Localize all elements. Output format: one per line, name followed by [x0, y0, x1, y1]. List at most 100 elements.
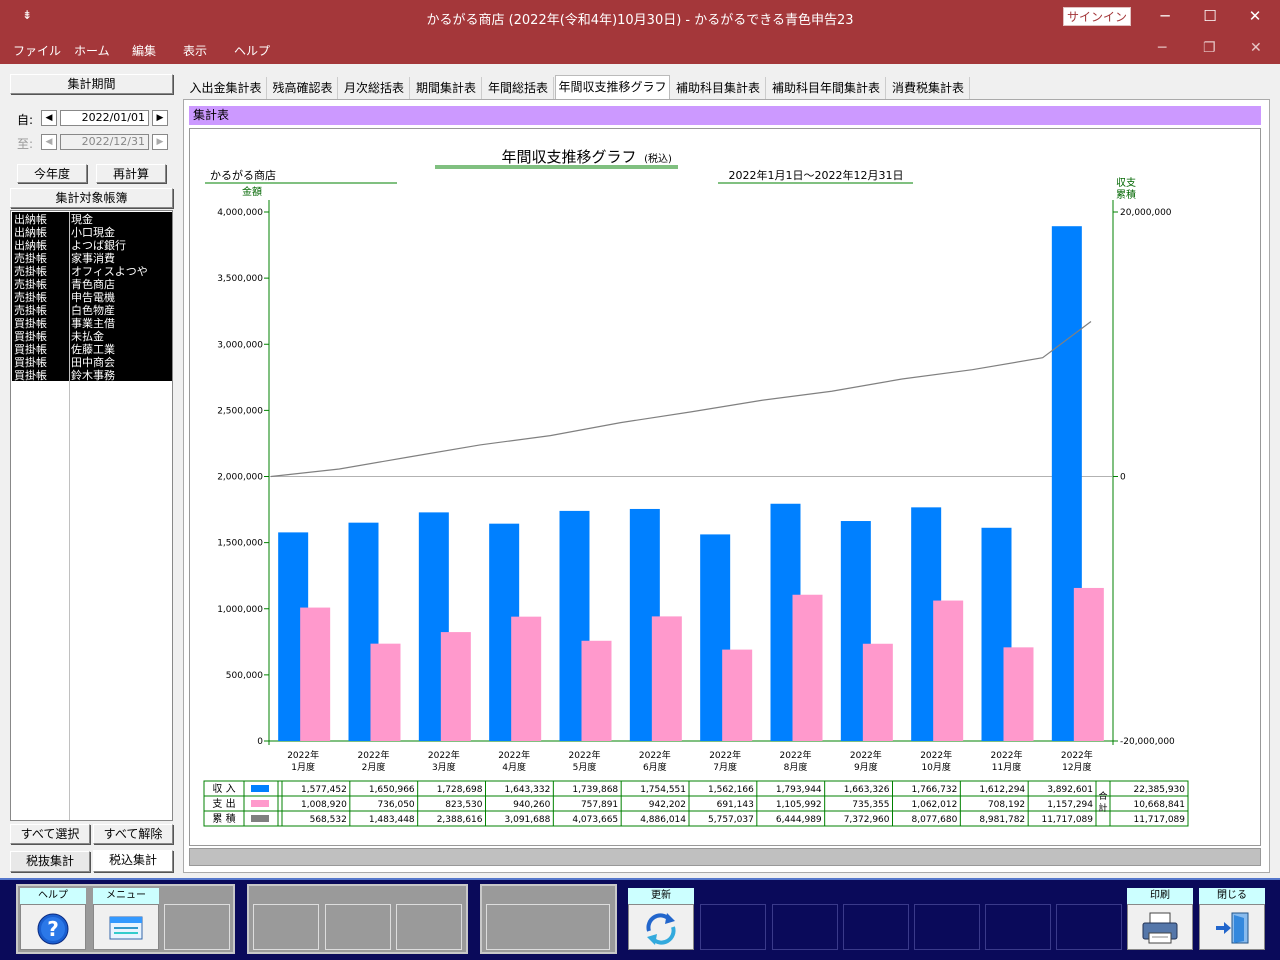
- ledger-name: 田中商会: [71, 356, 115, 369]
- ledger-name: よつば銀行: [71, 239, 126, 252]
- f3-button[interactable]: [164, 904, 230, 950]
- ledger-row[interactable]: 売掛帳 青色商店: [11, 278, 171, 291]
- print-key-label: 印刷: [1127, 888, 1193, 904]
- ledger-row[interactable]: 売掛帳 オフィスよつや: [11, 265, 171, 278]
- f4-button[interactable]: [253, 904, 319, 950]
- ledger-type: 買掛帳: [14, 356, 47, 369]
- f14-button[interactable]: [1056, 904, 1122, 950]
- ledger-type: 売掛帳: [14, 304, 47, 317]
- ledger-row[interactable]: 出納帳 よつば銀行: [11, 239, 171, 252]
- tab-consumption-tax[interactable]: 消費税集計表: [887, 77, 970, 99]
- f10-button[interactable]: [772, 904, 838, 950]
- refresh-icon: [646, 913, 676, 945]
- ledger-name: 申告電機: [71, 291, 115, 304]
- deselect-all-button[interactable]: すべて解除: [93, 824, 173, 844]
- ledger-name: 白色物産: [71, 304, 115, 317]
- menu-edit[interactable]: 編集: [132, 42, 156, 59]
- menu-bar: ファイル ホーム 編集 表示 ヘルプ ─ ❐ ✕: [0, 34, 1280, 64]
- this-year-button[interactable]: 今年度: [17, 164, 87, 183]
- help-button[interactable]: ?: [20, 904, 86, 950]
- horizontal-scrollbar[interactable]: [189, 848, 1261, 866]
- select-all-button[interactable]: すべて選択: [10, 824, 90, 844]
- ledger-row[interactable]: 売掛帳 申告電機: [11, 291, 171, 304]
- ledger-type: 売掛帳: [14, 265, 47, 278]
- f6-button[interactable]: [396, 904, 462, 950]
- tab-annual[interactable]: 年間総括表: [483, 77, 554, 99]
- tab-sub-account-annual[interactable]: 補助科目年間集計表: [767, 77, 886, 99]
- menu-help[interactable]: ヘルプ: [234, 42, 270, 59]
- ledger-name: 事業主借: [71, 317, 115, 330]
- ledger-row[interactable]: 売掛帳 白色物産: [11, 304, 171, 317]
- from-date-field[interactable]: 2022/01/01: [60, 110, 149, 126]
- ledger-type: 売掛帳: [14, 291, 47, 304]
- menu-view[interactable]: 表示: [183, 42, 207, 59]
- ledger-name: 青色商店: [71, 278, 115, 291]
- maximize-icon[interactable]: ☐: [1195, 6, 1225, 26]
- ledger-row[interactable]: 売掛帳 家事消費: [11, 252, 171, 265]
- menu-file[interactable]: ファイル: [13, 42, 61, 59]
- menu-icon: [109, 916, 143, 940]
- ledger-row[interactable]: 出納帳 現金: [11, 213, 171, 226]
- tax-excluded-tab[interactable]: 税抜集計: [10, 851, 90, 872]
- tab-cash-summary[interactable]: 入出金集計表: [185, 77, 267, 99]
- doc-restore-icon[interactable]: ❐: [1203, 40, 1216, 56]
- ledger-type: 買掛帳: [14, 369, 47, 382]
- ledger-type: 出納帳: [14, 226, 47, 239]
- period-header: 集計期間: [10, 74, 173, 94]
- ledger-name: 未払金: [71, 330, 104, 343]
- to-date-field[interactable]: 2022/12/31: [60, 134, 149, 150]
- ledger-name: オフィスよつや: [71, 265, 148, 278]
- ledger-name: 鈴木事務: [71, 369, 115, 382]
- ledger-type: 売掛帳: [14, 252, 47, 265]
- signin-button[interactable]: サインイン: [1063, 7, 1131, 26]
- tab-balance-check[interactable]: 残高確認表: [268, 77, 338, 99]
- print-button[interactable]: [1127, 904, 1193, 950]
- close-window-button[interactable]: [1199, 904, 1265, 950]
- ledger-row[interactable]: 買掛帳 佐藤工業: [11, 343, 171, 356]
- ledger-row[interactable]: 買掛帳 田中商会: [11, 356, 171, 369]
- ledger-type: 買掛帳: [14, 317, 47, 330]
- ledger-list[interactable]: 出納帳 現金 出納帳 小口現金 出納帳 よつば銀行 売掛帳 家事消費 売掛帳 オフィスよつや 売掛帳…: [10, 210, 173, 821]
- menu-button[interactable]: [93, 904, 159, 950]
- title-bar: ⇟ かるがる商店 (2022年(令和4年)10月30日) - かるがるできる青色…: [0, 0, 1280, 34]
- svg-text:?: ?: [47, 917, 59, 941]
- doc-close-icon[interactable]: ✕: [1250, 40, 1262, 56]
- tab-annual-graph[interactable]: 年間収支推移グラフ: [555, 75, 670, 100]
- menu-key-label: メニュー: [93, 888, 159, 904]
- ledger-name: 家事消費: [71, 252, 115, 265]
- close-key-label: 閉じる: [1199, 888, 1265, 904]
- ledger-type: 出納帳: [14, 213, 47, 226]
- ledger-row[interactable]: 出納帳 小口現金: [11, 226, 171, 239]
- f11-button[interactable]: [843, 904, 909, 950]
- f7-button[interactable]: [486, 904, 610, 950]
- tax-included-tab[interactable]: 税込集計: [93, 850, 173, 872]
- printer-icon: [1142, 912, 1178, 944]
- menu-home[interactable]: ホーム: [74, 42, 110, 59]
- f13-button[interactable]: [985, 904, 1051, 950]
- exit-door-icon: [1216, 912, 1249, 944]
- minimize-icon[interactable]: ─: [1150, 6, 1180, 26]
- ledger-type: 買掛帳: [14, 330, 47, 343]
- f12-button[interactable]: [914, 904, 980, 950]
- ledger-type: 出納帳: [14, 239, 47, 252]
- ledger-name: 佐藤工業: [71, 343, 115, 356]
- ledger-type: 買掛帳: [14, 343, 47, 356]
- from-next-icon[interactable]: ▶: [152, 110, 168, 126]
- to-label: 至:: [17, 137, 34, 151]
- help-key-label: ヘルプ: [20, 888, 86, 904]
- doc-minimize-icon[interactable]: ─: [1158, 40, 1166, 56]
- from-prev-icon[interactable]: ◀: [41, 110, 57, 126]
- recalc-button[interactable]: 再計算: [96, 164, 166, 183]
- ledger-row[interactable]: 買掛帳 鈴木事務: [11, 369, 171, 382]
- ledger-row[interactable]: 買掛帳 事業主借: [11, 317, 171, 330]
- f5-button[interactable]: [325, 904, 391, 950]
- tab-period[interactable]: 期間集計表: [411, 77, 482, 99]
- to-prev-icon[interactable]: ◀: [41, 134, 57, 150]
- close-icon[interactable]: ✕: [1240, 6, 1270, 26]
- tab-monthly[interactable]: 月次総括表: [339, 77, 410, 99]
- f9-button[interactable]: [700, 904, 766, 950]
- ledger-row[interactable]: 買掛帳 未払金: [11, 330, 171, 343]
- refresh-button[interactable]: [628, 904, 694, 950]
- tab-sub-account[interactable]: 補助科目集計表: [671, 77, 766, 99]
- to-next-icon[interactable]: ▶: [152, 134, 168, 150]
